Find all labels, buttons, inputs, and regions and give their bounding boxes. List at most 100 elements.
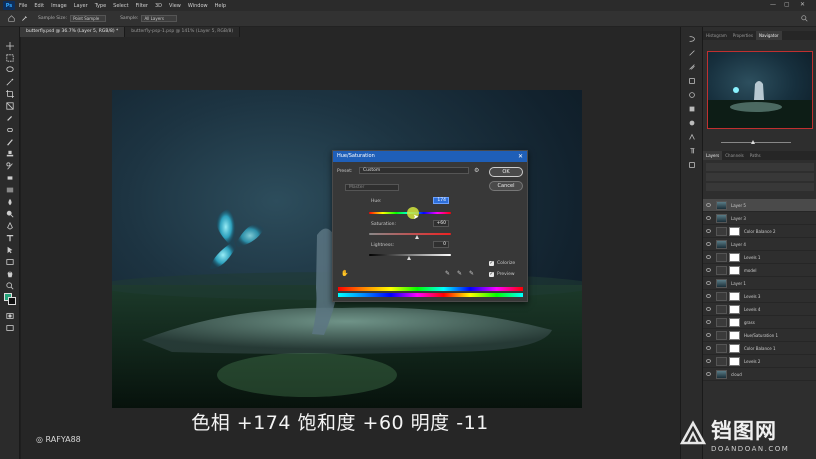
layer-row[interactable]: Layer 5 — [703, 199, 816, 212]
layer-thumbnail[interactable] — [716, 278, 727, 288]
layer-mask-thumbnail[interactable] — [729, 291, 740, 301]
layer-row[interactable]: grass — [703, 316, 816, 329]
layer-row[interactable]: Color Balance 1 — [703, 342, 816, 355]
maximize-icon[interactable]: ▢ — [784, 1, 790, 8]
menu-layer[interactable]: Layer — [74, 3, 88, 9]
sample-select[interactable]: All Layers — [141, 15, 178, 22]
crop-tool-icon[interactable] — [5, 89, 15, 98]
healing-brush-icon[interactable] — [5, 125, 15, 134]
blur-tool-icon[interactable] — [5, 197, 15, 206]
blend-mode-row[interactable] — [706, 173, 814, 181]
layer-mask-thumbnail[interactable] — [729, 252, 740, 262]
frame-tool-icon[interactable] — [5, 101, 15, 110]
eyedropper-plus-icon[interactable]: ✎ — [457, 270, 462, 277]
layer-mask-thumbnail[interactable] — [729, 226, 740, 236]
preview-checkbox[interactable]: ✓ — [489, 272, 494, 277]
lasso-tool-icon[interactable] — [5, 65, 15, 74]
navigator-preview[interactable] — [707, 51, 813, 129]
clone-source-icon[interactable] — [688, 77, 696, 85]
visibility-eye-icon[interactable] — [706, 333, 711, 337]
dialog-titlebar[interactable]: Hue/Saturation ✕ — [333, 151, 527, 162]
layer-mask-thumbnail[interactable] — [729, 265, 740, 275]
pen-tool-icon[interactable] — [5, 221, 15, 230]
layer-row[interactable]: Color Balance 2 — [703, 225, 816, 238]
visibility-eye-icon[interactable] — [706, 203, 711, 207]
character-icon[interactable] — [688, 133, 696, 141]
path-selection-icon[interactable] — [5, 245, 15, 254]
visibility-eye-icon[interactable] — [706, 294, 711, 298]
menu-file[interactable]: File — [19, 3, 27, 9]
layer-row[interactable]: Layer 4 — [703, 238, 816, 251]
move-tool-icon[interactable] — [5, 41, 15, 50]
layer-row[interactable]: cloud — [703, 368, 816, 381]
layer-thumbnail[interactable] — [716, 213, 727, 223]
clone-stamp-icon[interactable] — [5, 149, 15, 158]
visibility-eye-icon[interactable] — [706, 216, 711, 220]
target-adjust-hand-icon[interactable]: ✋ — [341, 270, 348, 277]
saturation-slider-thumb[interactable] — [415, 235, 419, 239]
tab-butterfly-psp[interactable]: butterfly-psp-1.psp @ 141% (Layer 5, RGB… — [125, 27, 241, 37]
gradient-tool-icon[interactable] — [5, 185, 15, 194]
visibility-eye-icon[interactable] — [706, 307, 711, 311]
color-icon[interactable] — [688, 119, 696, 127]
layer-row[interactable]: Levels 4 — [703, 303, 816, 316]
eyedropper-icon[interactable] — [21, 15, 28, 22]
menu-type[interactable]: Type — [95, 3, 106, 9]
visibility-eye-icon[interactable] — [706, 346, 711, 350]
visibility-eye-icon[interactable] — [706, 320, 711, 324]
dialog-close-icon[interactable]: ✕ — [518, 151, 523, 162]
eyedropper-tool-icon[interactable] — [5, 113, 15, 122]
preset-select[interactable]: Custom — [359, 167, 469, 174]
tab-histogram[interactable]: Histogram — [703, 31, 730, 40]
visibility-eye-icon[interactable] — [706, 372, 711, 376]
menu-help[interactable]: Help — [215, 3, 226, 9]
screen-mode-icon[interactable] — [5, 323, 15, 332]
menu-window[interactable]: Window — [188, 3, 208, 9]
layer-mask-thumbnail[interactable] — [729, 304, 740, 314]
navigator-zoom-slider[interactable] — [707, 139, 813, 147]
layer-thumbnail[interactable] — [716, 252, 727, 262]
search-icon[interactable] — [801, 15, 808, 22]
lightness-slider-thumb[interactable] — [407, 256, 411, 260]
brush-settings-icon[interactable] — [688, 49, 696, 57]
menu-select[interactable]: Select — [113, 3, 128, 9]
layer-thumbnail[interactable] — [716, 226, 727, 236]
paragraph-icon[interactable] — [688, 147, 696, 155]
layer-thumbnail[interactable] — [716, 330, 727, 340]
eyedropper-icon[interactable]: ✎ — [445, 270, 450, 277]
sample-size-control[interactable]: Sample Size: Point Sample — [38, 15, 107, 22]
dodge-tool-icon[interactable] — [5, 209, 15, 218]
menu-view[interactable]: View — [169, 3, 181, 9]
visibility-eye-icon[interactable] — [706, 242, 711, 246]
visibility-eye-icon[interactable] — [706, 255, 711, 259]
tab-channels[interactable]: Channels — [722, 151, 747, 160]
layer-thumbnail[interactable] — [716, 369, 727, 379]
layer-thumbnail[interactable] — [716, 239, 727, 249]
menu-filter[interactable]: Filter — [136, 3, 148, 9]
tab-navigator[interactable]: Navigator — [755, 31, 782, 40]
layer-thumbnail[interactable] — [716, 265, 727, 275]
layer-row[interactable]: Layer 3 — [703, 212, 816, 225]
layer-row[interactable]: Levels 2 — [703, 355, 816, 368]
tab-layers[interactable]: Layers — [703, 151, 723, 160]
menu-edit[interactable]: Edit — [34, 3, 44, 9]
menu-image[interactable]: Image — [51, 3, 67, 9]
channel-select[interactable]: Master — [345, 184, 399, 191]
home-icon[interactable] — [8, 15, 15, 22]
visibility-eye-icon[interactable] — [706, 268, 711, 272]
layer-mask-thumbnail[interactable] — [729, 330, 740, 340]
marquee-tool-icon[interactable] — [5, 53, 15, 62]
lightness-value-field[interactable]: 0 — [433, 241, 449, 248]
quick-mask-icon[interactable] — [5, 311, 15, 320]
background-color-swatch[interactable] — [8, 297, 16, 305]
minimize-icon[interactable]: — — [770, 1, 776, 8]
saturation-value-field[interactable]: +60 — [433, 220, 449, 227]
properties-icon[interactable] — [688, 105, 696, 113]
history-brush-icon[interactable] — [5, 161, 15, 170]
layer-mask-thumbnail[interactable] — [729, 356, 740, 366]
lock-row[interactable] — [706, 183, 814, 191]
sample-control[interactable]: Sample: All Layers — [120, 15, 178, 22]
preset-options-icon[interactable]: ⚙ — [474, 167, 479, 174]
cancel-button[interactable]: Cancel — [489, 181, 523, 191]
layer-thumbnail[interactable] — [716, 291, 727, 301]
